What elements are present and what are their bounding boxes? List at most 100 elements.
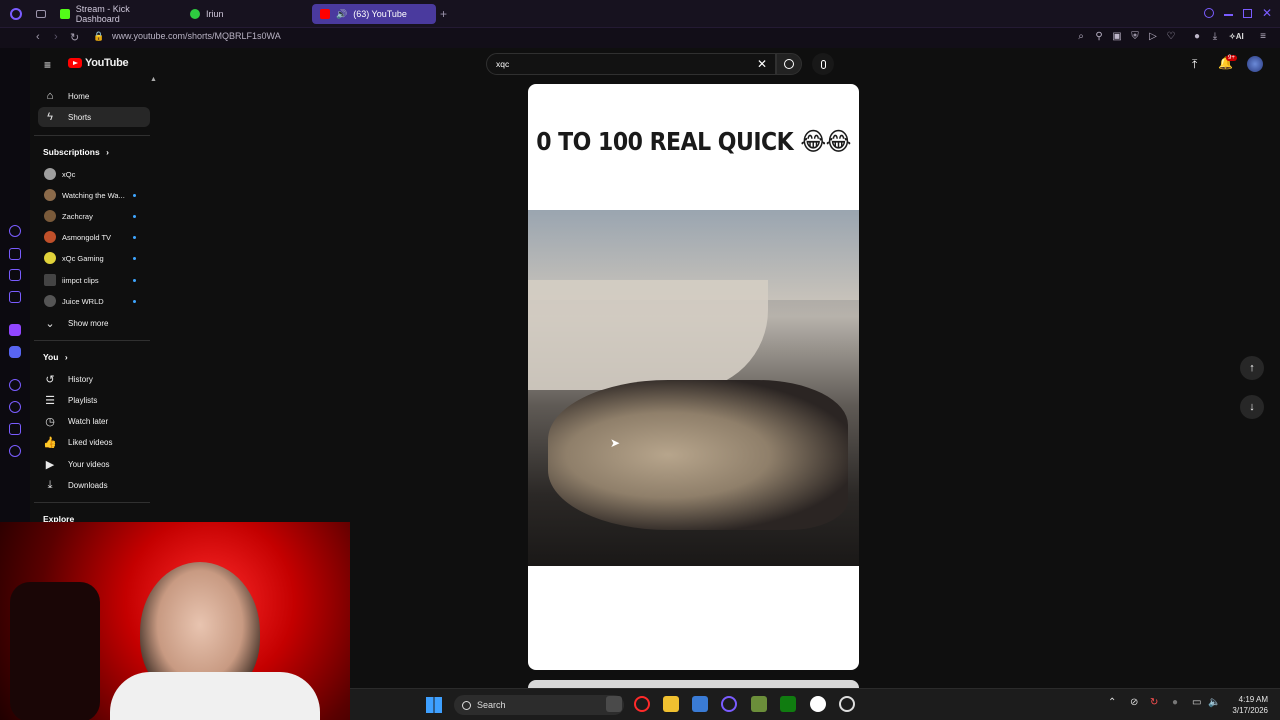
search-button[interactable] xyxy=(776,53,802,75)
subscription-item-asmongold[interactable]: Asmongold TV xyxy=(38,227,150,247)
tab-iriun[interactable]: Iriun xyxy=(182,4,312,24)
opera-logo-icon[interactable] xyxy=(10,8,22,20)
tray-mic-icon[interactable]: ● xyxy=(1172,697,1178,708)
task-view-icon[interactable] xyxy=(606,696,622,712)
sidebar-settings-icon[interactable] xyxy=(9,445,21,457)
tab-label: (63) YouTube xyxy=(353,9,407,19)
tray-network-icon[interactable]: ⊘ xyxy=(1130,697,1138,708)
webcam-overlay xyxy=(0,522,350,720)
xbox-icon[interactable] xyxy=(780,696,796,712)
subscription-item-xqc[interactable]: xQc xyxy=(38,164,150,184)
ai-button[interactable]: ✧AI xyxy=(1229,32,1244,41)
subscription-item-zachcray[interactable]: Zachcray xyxy=(38,206,150,226)
reload-icon[interactable]: ↻ xyxy=(70,31,79,44)
minimize-button[interactable] xyxy=(1224,14,1233,16)
snapshot-icon[interactable]: ▣ xyxy=(1111,31,1123,43)
store-icon[interactable] xyxy=(692,696,708,712)
pin-icon[interactable]: ⚲ xyxy=(1093,31,1105,43)
sidebar-item-label: Your videos xyxy=(68,459,110,469)
show-more-label: Show more xyxy=(68,318,109,328)
person-shape xyxy=(548,380,848,530)
download-icon: ⤓ xyxy=(47,478,53,491)
subscription-item-juice-wrld[interactable]: Juice WRLD xyxy=(38,291,150,311)
subscription-label: Zachcray xyxy=(62,211,93,221)
forward-icon[interactable]: › xyxy=(54,31,58,43)
zoom-icon[interactable]: ⌕ xyxy=(1075,31,1087,43)
voice-search-button[interactable] xyxy=(812,53,834,75)
subscription-label: xQc Gaming xyxy=(62,253,104,263)
profile-icon[interactable]: ● xyxy=(1191,31,1203,43)
short-video-frame[interactable]: ➤ xyxy=(528,210,859,566)
taskbar-search[interactable]: Search xyxy=(454,695,624,715)
sidebar-store-icon[interactable] xyxy=(9,248,21,260)
upload-icon[interactable]: ⤒ xyxy=(1192,57,1197,72)
tray-display-icon[interactable]: ▭ xyxy=(1192,697,1201,708)
back-icon[interactable]: ‹ xyxy=(36,31,40,43)
file-explorer-icon[interactable] xyxy=(663,696,679,712)
opera-gx-icon[interactable] xyxy=(634,696,650,712)
url-field[interactable]: www.youtube.com/shorts/MQBRLF1s0WA xyxy=(112,31,281,41)
settings-app-icon[interactable] xyxy=(839,696,855,712)
tab-kick-dashboard[interactable]: Stream - Kick Dashboard xyxy=(52,4,182,24)
sidebar-notes-icon[interactable] xyxy=(9,269,21,281)
avatar xyxy=(44,252,56,264)
subscription-item-watching[interactable]: Watching the Wa... xyxy=(38,185,150,205)
windows-start-icon[interactable] xyxy=(426,697,442,713)
close-window-button[interactable]: ✕ xyxy=(1262,6,1272,20)
search-icon xyxy=(462,700,471,710)
speaker-icon[interactable]: 🔊 xyxy=(336,9,347,20)
avatar xyxy=(44,231,56,243)
history-icon: ↺ xyxy=(45,373,55,386)
subscription-label: iimpct clips xyxy=(62,275,99,285)
discord-icon[interactable] xyxy=(9,346,21,358)
minecraft-icon[interactable] xyxy=(751,696,767,712)
search-input[interactable]: xqc ✕ xyxy=(486,53,776,75)
shorts-icon: ϟ xyxy=(47,111,53,123)
sidebar-item-watch-later[interactable]: ◷ Watch later xyxy=(38,411,150,431)
sidebar-extensions-icon[interactable] xyxy=(9,423,21,435)
sidebar-history-icon[interactable] xyxy=(9,401,21,413)
obs-icon[interactable] xyxy=(810,696,826,712)
clear-search-icon[interactable]: ✕ xyxy=(757,57,767,71)
sidebar-item-downloads[interactable]: ⤓ Downloads xyxy=(38,475,150,495)
tray-sync-icon[interactable]: ↻ xyxy=(1150,697,1158,708)
tab-search-icon[interactable] xyxy=(1204,8,1214,18)
sidebar-mail-icon[interactable] xyxy=(9,291,21,303)
avatar[interactable] xyxy=(1247,56,1263,72)
sidebar-item-your-videos[interactable]: ▶ Your videos xyxy=(38,454,150,474)
workspaces-icon[interactable] xyxy=(36,10,46,18)
sidebar-item-liked-videos[interactable]: 👍 Liked videos xyxy=(38,432,150,452)
subscription-item-iimpct[interactable]: iimpct clips xyxy=(38,270,150,290)
restore-button[interactable] xyxy=(1243,9,1252,18)
sidebar-item-label: Shorts xyxy=(68,112,92,122)
show-more-button[interactable]: ⌄ Show more xyxy=(38,313,150,333)
sidebar-item-playlists[interactable]: ☰ Playlists xyxy=(38,390,150,410)
subscriptions-heading[interactable]: Subscriptions › xyxy=(43,147,109,157)
sidebar-item-history[interactable]: ↺ History xyxy=(38,369,150,389)
sidebar-item-shorts[interactable]: ϟ Shorts xyxy=(38,107,150,127)
adblock-icon[interactable]: ⛨ xyxy=(1129,31,1141,43)
tray-chevron-up-icon[interactable]: ⌃ xyxy=(1108,697,1116,708)
opera-icon[interactable] xyxy=(721,696,737,712)
previous-short-button[interactable]: ↑ xyxy=(1240,356,1264,380)
menu-icon[interactable]: ≡ xyxy=(1257,31,1269,43)
you-heading[interactable]: You › xyxy=(43,352,68,362)
subscription-label: Watching the Wa... xyxy=(62,190,125,200)
next-short-button[interactable]: ↓ xyxy=(1240,395,1264,419)
download-toolbar-icon[interactable]: ⤓ xyxy=(1209,31,1221,43)
new-tab-button[interactable]: + xyxy=(440,7,447,21)
short-player[interactable]: 0 TO 100 REAL QUICK 😂😂 ➤ xyxy=(528,84,859,670)
address-bar: ‹ › ↻ 🔒 www.youtube.com/shorts/MQBRLF1s0… xyxy=(0,28,1280,48)
tray-volume-icon[interactable]: 🔈 xyxy=(1208,697,1220,708)
play-icon[interactable]: ▷ xyxy=(1147,31,1159,43)
sidebar-player-icon[interactable] xyxy=(9,379,21,391)
subscription-item-xqc-gaming[interactable]: xQc Gaming xyxy=(38,248,150,268)
avatar xyxy=(44,274,56,286)
sidebar-item-home[interactable]: ⌂ Home xyxy=(38,86,150,106)
tab-youtube[interactable]: 🔊 (63) YouTube xyxy=(312,4,436,24)
sidebar-refresh-icon[interactable] xyxy=(9,225,21,237)
short-caption: 0 TO 100 REAL QUICK 😂😂 xyxy=(536,128,851,157)
system-clock[interactable]: 4:19 AM 3/17/2026 xyxy=(1232,694,1268,716)
heart-icon[interactable]: ♡ xyxy=(1165,31,1177,43)
twitch-icon[interactable] xyxy=(9,324,21,336)
